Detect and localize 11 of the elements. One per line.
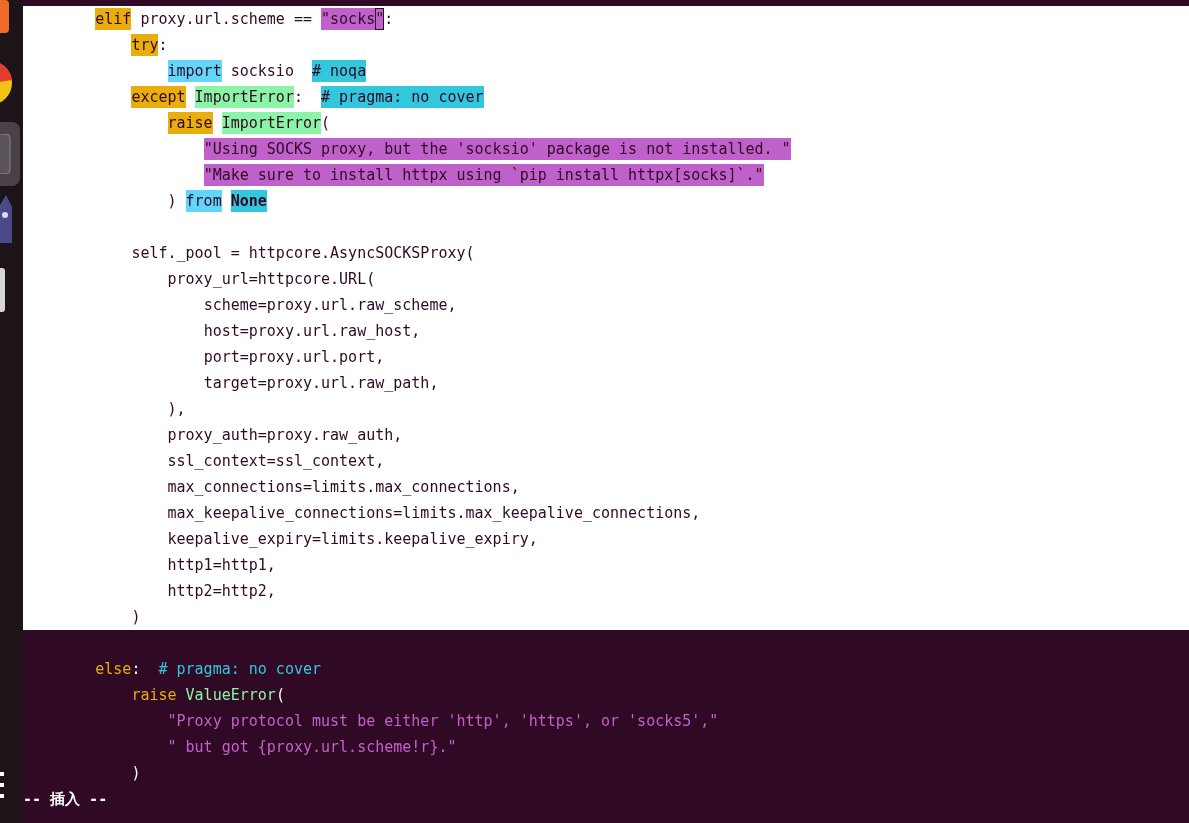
code-line: raise ValueError( — [130, 685, 286, 706]
code-line: "Proxy protocol must be either 'http', 'https', or 'socks5'," — [166, 711, 720, 732]
app-icon — [0, 134, 11, 174]
code-line: else: # pragma: no cover — [94, 659, 323, 680]
mode-indicator: -- 插入 -- — [23, 789, 109, 810]
app-icon — [0, 0, 9, 33]
app-icon — [0, 268, 6, 312]
app-icon — [0, 195, 12, 243]
apps-grid-icon[interactable] — [0, 770, 6, 800]
code-line: ) — [130, 763, 142, 784]
code-line: " but got {proxy.url.scheme!r}." — [166, 737, 458, 758]
